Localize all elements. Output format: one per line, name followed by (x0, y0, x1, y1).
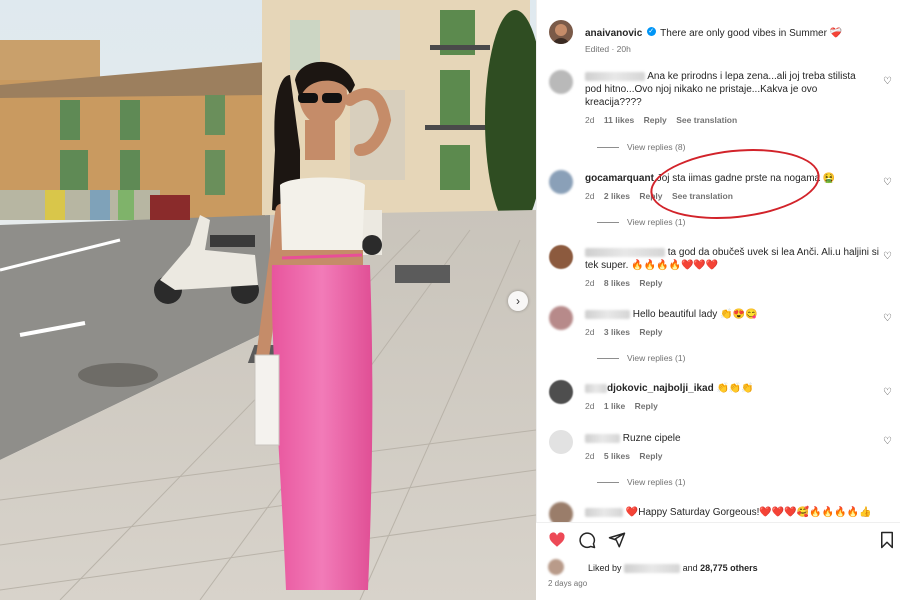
bookmark-icon[interactable] (878, 531, 896, 549)
next-photo-button[interactable]: › (508, 291, 528, 311)
commenter-avatar[interactable] (549, 430, 573, 454)
comment-likes[interactable]: 1 like (604, 401, 625, 411)
caption-edited: Edited · 20h (585, 44, 631, 54)
verified-icon: ✓ (646, 27, 656, 37)
like-comment-heart-icon[interactable]: ♡ (883, 76, 892, 87)
liked-by-label: Liked by (588, 563, 622, 573)
blurred-username (585, 433, 620, 443)
comment-6: Ruzne cipele 2d 5 likes Reply (585, 432, 875, 461)
like-comment-heart-icon[interactable]: ♡ (883, 387, 892, 398)
like-comment-heart-icon[interactable]: ♡ (883, 313, 892, 324)
chevron-right-icon: › (516, 294, 520, 308)
blurred-username (585, 247, 665, 257)
comment-age: 2d (585, 278, 595, 288)
post-age: 2 days ago (548, 579, 588, 588)
post-actions: Liked by and 28,775 others 2 days ago (536, 522, 900, 600)
comments-panel: anaivanovic ✓ There are only good vibes … (536, 0, 900, 600)
reply-button[interactable]: Reply (644, 115, 667, 125)
comment-text: ❤️Happy Saturday Gorgeous!❤️❤️❤️🥰🔥🔥🔥🔥👍 (625, 507, 872, 518)
comment-5: djokovic_najbolji_ikad 👏👏👏 2d 1 like Rep… (585, 382, 875, 411)
comment-username[interactable]: djokovic_najbolji_ikad (607, 383, 714, 394)
like-comment-heart-icon[interactable]: ♡ (883, 177, 892, 188)
like-comment-heart-icon[interactable]: ♡ (883, 436, 892, 447)
comment-likes[interactable]: 2 likes (604, 191, 630, 201)
post-photo: › (0, 0, 536, 600)
comment-likes[interactable]: 3 likes (604, 327, 630, 337)
blurred-username (585, 507, 623, 517)
comment-1: Ana ke prirodns i lepa zena...ali joj tr… (585, 70, 875, 125)
blurred-username (585, 309, 630, 319)
reply-button[interactable]: Reply (639, 327, 662, 337)
comment-4: Hello beautiful lady 👏😍😋 2d 3 likes Repl… (585, 308, 875, 337)
commenter-avatar[interactable] (549, 380, 573, 404)
comment-text: Ruzne cipele (622, 433, 681, 444)
comment-3: ta god da obučeš uvek si lea Anči. Ali.u… (585, 246, 885, 288)
author-avatar[interactable] (549, 20, 573, 44)
likes-count[interactable]: 28,775 others (700, 563, 758, 573)
comment-age: 2d (585, 327, 595, 337)
caption-text: There are only good vibes in Summer ❤️‍🩹 (660, 28, 843, 39)
comment-age: 2d (585, 191, 595, 201)
comment-likes[interactable]: 5 likes (604, 451, 630, 461)
commenter-avatar[interactable] (549, 245, 573, 269)
heart-icon[interactable] (548, 531, 566, 549)
comment-text: 👏👏👏 (716, 383, 754, 394)
view-replies-button[interactable]: View replies (8) (597, 142, 685, 152)
comment-text: Hello beautiful lady 👏😍😋 (632, 309, 758, 320)
share-icon[interactable] (608, 531, 626, 549)
comment-likes[interactable]: 11 likes (604, 115, 634, 125)
comment-username[interactable]: gocamarquant (585, 173, 654, 184)
commenter-avatar[interactable] (549, 306, 573, 330)
liked-and-label: and (682, 563, 698, 573)
liker-avatar (548, 559, 564, 575)
commenter-avatar[interactable] (549, 170, 573, 194)
reply-button[interactable]: Reply (635, 401, 658, 411)
comment-age: 2d (585, 115, 595, 125)
see-translation-button[interactable]: See translation (676, 115, 737, 125)
comment-likes[interactable]: 8 likes (604, 278, 630, 288)
blurred-username (585, 71, 645, 81)
likes-summary: Liked by and 28,775 others (588, 563, 758, 574)
comment-icon[interactable] (578, 531, 596, 549)
blurred-liker (624, 564, 681, 574)
commenter-avatar[interactable] (549, 70, 573, 94)
view-replies-button[interactable]: View replies (1) (597, 477, 685, 487)
comment-age: 2d (585, 451, 595, 461)
comment-7: ❤️Happy Saturday Gorgeous!❤️❤️❤️🥰🔥🔥🔥🔥👍 (585, 506, 895, 519)
author-username[interactable]: anaivanovic (585, 28, 642, 39)
reply-button[interactable]: Reply (639, 451, 662, 461)
caption: anaivanovic ✓ There are only good vibes … (585, 23, 885, 54)
street-scene (0, 0, 536, 600)
blurred-username-part (585, 383, 607, 393)
reply-button[interactable]: Reply (639, 278, 662, 288)
avatar-image (553, 24, 569, 44)
view-replies-button[interactable]: View replies (1) (597, 217, 685, 227)
like-comment-heart-icon[interactable]: ♡ (883, 251, 892, 262)
comment-age: 2d (585, 401, 595, 411)
view-replies-button[interactable]: View replies (1) (597, 353, 685, 363)
